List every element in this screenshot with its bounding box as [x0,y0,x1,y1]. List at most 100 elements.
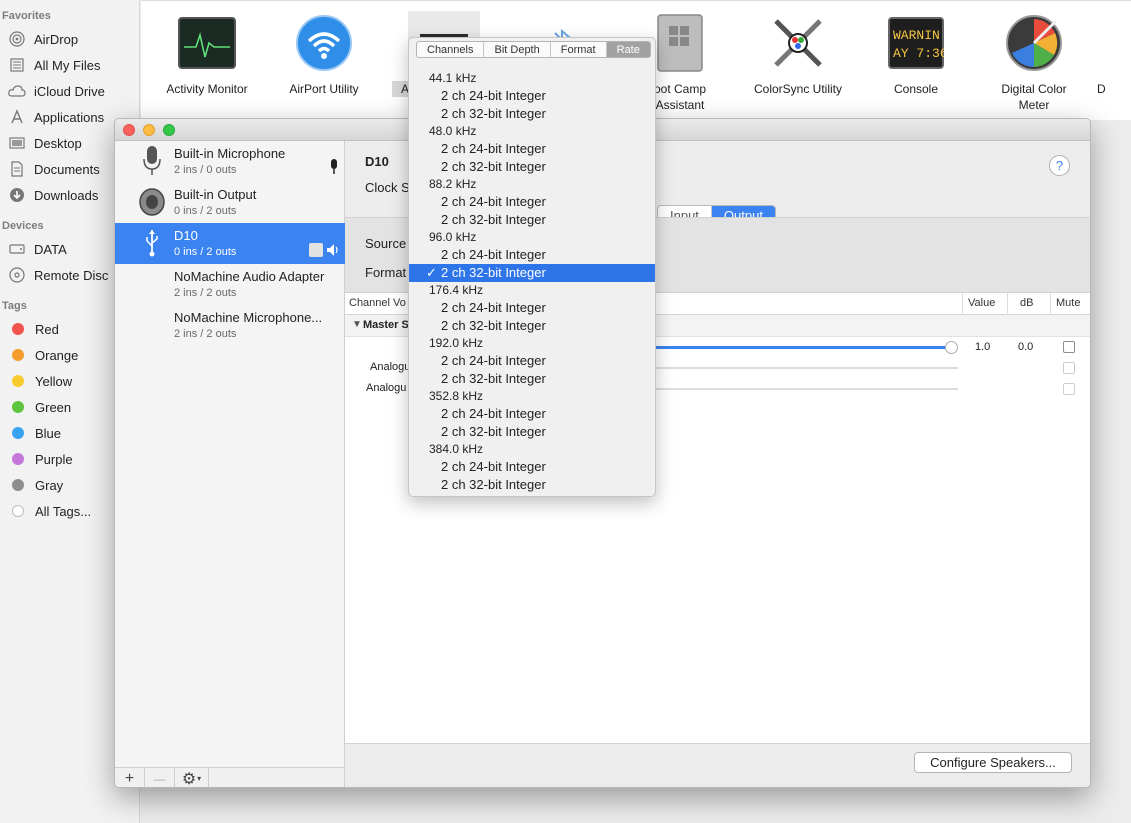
app-digital-color-meter[interactable]: Digital Color Meter [975,1,1093,113]
sidebar-item-all-my-files[interactable]: All My Files [8,54,138,76]
colorsync-icon [766,11,830,75]
tag-dot [12,401,24,413]
tag-dot [12,375,24,387]
app-partial-d[interactable]: D [1093,1,1131,97]
menu-item-format-selected[interactable]: ✓ 2 ch 32-bit Integer [409,264,655,282]
help-button[interactable]: ? [1049,155,1070,176]
app-name: D [1097,82,1106,96]
svg-text:AY 7:36: AY 7:36 [893,46,944,61]
close-button[interactable] [123,124,135,136]
downloads-icon [8,187,26,203]
sidebar-item-label: AirDrop [34,31,79,47]
gear-icon: ⚙ [181,770,197,788]
sidebar-item-label: Applications [34,109,105,125]
wifi-icon [292,11,356,75]
device-io: 2 ins / 2 outs [174,328,237,340]
app-partial-icon [1102,11,1122,75]
device-name: NoMachine Audio Adapter [174,269,325,284]
rate-heading: 352.8 kHz [429,389,484,403]
app-airport-utility[interactable]: AirPort Utility [265,1,383,97]
device-row-d10[interactable]: D10 0 ins / 2 outs [115,223,345,264]
menu-item-label: 2 ch 32-bit Integer [441,265,546,280]
device-row-built-in-microphone[interactable]: Built-in Microphone 2 ins / 0 outs [115,141,345,182]
menu-item-format[interactable]: 2 ch 32-bit Integer [409,317,655,335]
menu-item-format[interactable]: 2 ch 24-bit Integer [409,352,655,370]
app-colorsync-utility[interactable]: ColorSync Utility [739,1,857,97]
documents-icon [8,161,26,177]
channel-1-slider[interactable] [645,367,958,369]
sidebar-item-airdrop[interactable]: AirDrop [8,28,138,50]
gear-menu-button[interactable]: ⚙ ▾ [175,768,209,788]
add-device-button[interactable]: + [115,768,145,787]
boot-camp-icon [648,11,712,75]
configure-speakers-button[interactable]: Configure Speakers... [914,752,1072,773]
disclosure-triangle-icon[interactable]: ▼ [352,319,362,330]
chevron-down-icon: ▾ [197,774,202,783]
all-files-icon [8,57,26,73]
column-db: dB [1020,297,1034,309]
svg-text:WARNIN: WARNIN [893,28,940,43]
sidebar-item-label: Downloads [34,187,99,203]
device-list-toolbar: + — ⚙ ▾ [115,767,345,788]
menu-item-format[interactable]: 2 ch 32-bit Integer [409,370,655,388]
master-mute-checkbox[interactable] [1063,341,1075,353]
menu-item-format[interactable]: 2 ch 24-bit Integer [409,87,655,105]
slider-knob[interactable] [945,341,958,354]
device-name: NoMachine Microphone... [174,310,323,325]
tag-label: Yellow [35,373,73,389]
sidebar-item-icloud-drive[interactable]: iCloud Drive [8,80,138,102]
device-row-nomachine-audio-adapter[interactable]: NoMachine Audio Adapter 2 ins / 2 outs [115,264,345,305]
menu-item-format[interactable]: 2 ch 32-bit Integer [409,211,655,229]
tags-heading: Tags [2,300,27,312]
rate-heading: 176.4 kHz [429,283,484,297]
menu-item-format[interactable]: 2 ch 24-bit Integer [409,193,655,211]
channel-2-mute-checkbox[interactable] [1063,383,1075,395]
tag-label: Blue [35,425,62,441]
menu-item-format[interactable]: 2 ch 32-bit Integer [409,423,655,441]
menu-tab-channels[interactable]: Channels [417,42,485,57]
sidebar-item-label: All My Files [34,57,101,73]
app-console[interactable]: WARNIN AY 7:36 Console [857,1,975,97]
menu-item-format[interactable]: 2 ch 24-bit Integer [409,458,655,476]
drive-icon [8,241,26,257]
tag-label: Red [35,321,59,337]
master-volume-slider[interactable] [645,346,951,349]
favorites-heading: Favorites [2,10,51,22]
channel-2-slider[interactable] [645,388,958,390]
menu-item-format[interactable]: 2 ch 24-bit Integer [409,140,655,158]
zoom-button[interactable] [163,124,175,136]
device-io: 2 ins / 2 outs [174,287,237,299]
remove-device-button[interactable]: — [145,768,175,787]
menu-item-format[interactable]: 2 ch 24-bit Integer [409,246,655,264]
menu-item-format[interactable]: 2 ch 32-bit Integer [409,476,655,494]
menu-item-format[interactable]: 2 ch 24-bit Integer [409,405,655,423]
tag-dot [12,479,24,491]
menu-item-format[interactable]: 2 ch 32-bit Integer [409,158,655,176]
app-name: Digital Color Meter [1001,82,1067,112]
device-row-built-in-output[interactable]: Built-in Output 0 ins / 2 outs [115,182,345,223]
device-io: 0 ins / 2 outs [174,205,237,217]
device-name: Built-in Microphone [174,146,286,161]
console-icon: WARNIN AY 7:36 [884,11,948,75]
applications-icon [8,109,26,125]
channel-1-mute-checkbox[interactable] [1063,362,1075,374]
menu-item-format[interactable]: 2 ch 24-bit Integer [409,299,655,317]
device-io: 2 ins / 0 outs [174,164,237,176]
tag-label: Gray [35,477,64,493]
menu-item-format[interactable]: 2 ch 32-bit Integer [409,105,655,123]
tag-dot [12,453,24,465]
app-name: AirPort Utility [289,82,359,96]
app-activity-monitor[interactable]: Activity Monitor [148,1,266,97]
menu-tab-bit-depth[interactable]: Bit Depth [484,42,551,57]
format-label: Format [365,265,407,280]
menu-tab-format[interactable]: Format [551,42,607,57]
devices-heading: Devices [2,220,44,232]
tag-dot [12,323,24,335]
minimize-button[interactable] [143,124,155,136]
device-row-nomachine-microphone[interactable]: NoMachine Microphone... 2 ins / 2 outs [115,305,345,346]
tag-dot [12,349,24,361]
app-name: Console [893,82,939,96]
app-name: Activity Monitor [166,82,248,96]
menu-tab-rate[interactable]: Rate [606,42,650,57]
desktop-icon [8,135,26,151]
